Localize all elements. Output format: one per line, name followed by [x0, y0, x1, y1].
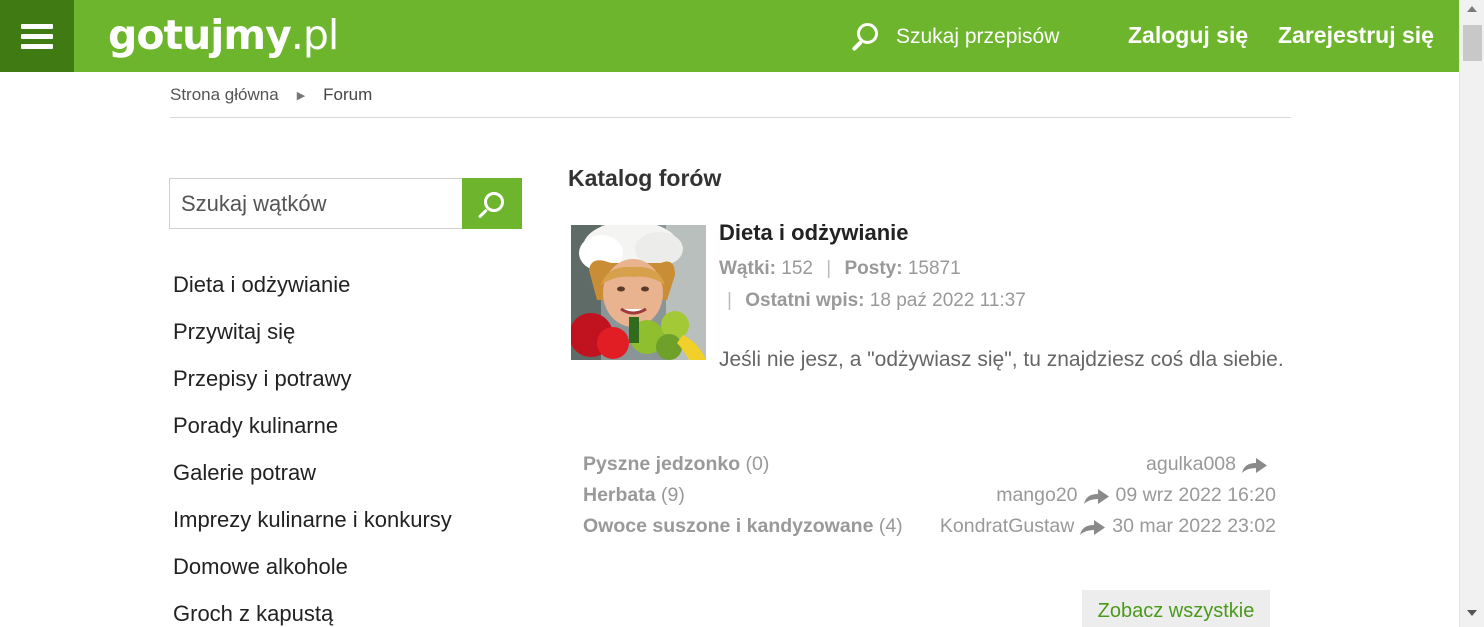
recipe-search-input[interactable] [896, 25, 1062, 49]
reply-arrow-icon[interactable] [1079, 518, 1106, 536]
hamburger-menu-button[interactable] [0, 0, 74, 72]
page-title: Katalog forów [568, 165, 722, 191]
breadcrumb-current: Forum [323, 85, 373, 104]
thread-title-link[interactable]: Herbata [583, 484, 656, 506]
scroll-down-arrow-icon[interactable] [1467, 610, 1477, 616]
recipe-search [848, 20, 1062, 54]
site-logo[interactable]: gotujmy.pl [108, 10, 339, 60]
thread-author-link[interactable]: KondratGustaw [940, 515, 1074, 538]
scroll-up-arrow-icon[interactable] [1467, 6, 1477, 12]
thread-author-link[interactable]: mango20 [996, 484, 1077, 507]
forum-thumbnail[interactable] [571, 225, 706, 360]
category-item-dieta[interactable]: Dieta i odżywianie [173, 270, 452, 317]
thread-author-link[interactable]: agulka008 [1146, 453, 1236, 476]
scrollbar-thumb[interactable] [1463, 25, 1482, 61]
thread-row: Herbata (9) mango20 09 wrz 2022 16:20 [583, 480, 1276, 511]
category-item-przywitaj[interactable]: Przywitaj się [173, 317, 452, 364]
threads-count: 152 [781, 258, 813, 279]
thread-search [169, 178, 522, 229]
login-link[interactable]: Zaloguj się [1128, 22, 1248, 49]
thread-title-link[interactable]: Pyszne jedzonko [583, 453, 740, 475]
thread-search-input[interactable] [169, 178, 462, 229]
posts-count: 15871 [907, 258, 961, 279]
search-icon[interactable] [848, 20, 882, 54]
recent-threads-list: Pyszne jedzonko (0) agulka008 Herbata (9… [583, 449, 1276, 542]
category-item-alkohole[interactable]: Domowe alkohole [173, 552, 452, 599]
reply-arrow-icon[interactable] [1083, 487, 1110, 505]
category-item-porady[interactable]: Porady kulinarne [173, 411, 452, 458]
breadcrumb-separator-icon: ▶ [296, 90, 306, 102]
chef-with-vegetables-image [571, 225, 706, 360]
last-post-date: 18 paź 2022 11:37 [869, 290, 1026, 311]
hamburger-icon [21, 19, 53, 54]
posts-label: Posty: [844, 258, 903, 279]
thread-search-button[interactable] [462, 178, 522, 229]
category-item-groch[interactable]: Groch z kapustą [173, 599, 452, 627]
threads-label: Wątki: [719, 258, 776, 279]
thread-reply-count: (9) [661, 484, 685, 506]
forum-title-link[interactable]: Dieta i odżywianie [719, 220, 909, 246]
breadcrumb: Strona główna ▶ Forum [170, 85, 1291, 118]
see-all-button[interactable]: Zobacz wszystkie [1082, 590, 1270, 627]
category-item-przepisy[interactable]: Przepisy i potrawy [173, 364, 452, 411]
register-link[interactable]: Zarejestruj się [1278, 22, 1434, 49]
thread-reply-count: (0) [745, 453, 770, 475]
category-item-imprezy[interactable]: Imprezy kulinarne i konkursy [173, 505, 452, 552]
search-icon [475, 190, 509, 220]
thread-reply-count: (4) [878, 515, 903, 537]
top-navigation-bar: gotujmy.pl Zaloguj się Zarejestruj się [0, 0, 1459, 72]
thread-last-post-date: 09 wrz 2022 16:20 [1115, 484, 1276, 506]
thread-title-link[interactable]: Owoce suszone i kandyzowane [583, 515, 873, 537]
thread-last-post-date: 30 mar 2022 23:02 [1112, 515, 1276, 537]
vertical-scrollbar[interactable] [1459, 0, 1484, 627]
forum-stats: Wątki: 152 | Posty: 15871 | Ostatni wpis… [719, 258, 1026, 311]
thread-row: Pyszne jedzonko (0) agulka008 [583, 449, 1276, 480]
forum-category-list: Dieta i odżywianie Przywitaj się Przepis… [173, 270, 452, 627]
category-item-galerie[interactable]: Galerie potraw [173, 458, 452, 505]
thread-row: Owoce suszone i kandyzowane (4) KondratG… [583, 511, 1276, 542]
breadcrumb-home-link[interactable]: Strona główna [170, 85, 279, 105]
last-post-label: Ostatni wpis: [745, 290, 865, 311]
reply-arrow-icon[interactable] [1241, 456, 1268, 474]
forum-description: Jeśli nie jesz, a "odżywiasz się", tu zn… [719, 348, 1284, 371]
